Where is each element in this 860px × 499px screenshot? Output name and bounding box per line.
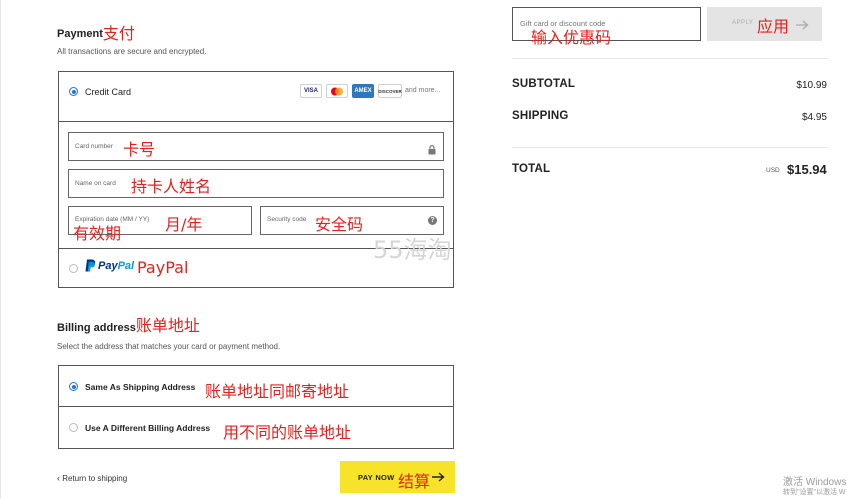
credit-card-label: Credit Card bbox=[85, 87, 132, 97]
pay-now-label: PAY NOW bbox=[358, 473, 395, 482]
paypal-brand-pal: Pal bbox=[117, 260, 135, 272]
total-value: $15.94 bbox=[787, 162, 827, 177]
card-number-field[interactable]: Card number 卡号 bbox=[68, 132, 444, 161]
gift-card-input[interactable]: Gift card or discount code 输入优惠码 bbox=[512, 7, 701, 47]
credit-card-radio[interactable] bbox=[69, 87, 78, 96]
billing-options-box: Same As Shipping Address 账单地址同邮寄地址 Use A… bbox=[58, 365, 454, 449]
paypal-brand: PayPal bbox=[98, 260, 134, 272]
apply-arrow-icon bbox=[796, 18, 809, 33]
return-to-shipping-link[interactable]: ‹ Return to shipping bbox=[57, 473, 127, 483]
same-as-shipping-radio[interactable] bbox=[69, 382, 78, 391]
more-cards-text: and more... bbox=[405, 87, 441, 94]
same-as-shipping-label: Same As Shipping Address bbox=[85, 382, 196, 392]
paypal-note: PayPal bbox=[137, 258, 189, 277]
summary-divider-top bbox=[512, 58, 828, 59]
pay-now-note: 结算 bbox=[398, 472, 431, 491]
name-on-card-field[interactable]: Name on card 持卡人姓名 bbox=[68, 169, 444, 198]
lock-icon bbox=[428, 142, 436, 160]
card-number-placeholder: Card number bbox=[75, 143, 113, 150]
credit-card-option[interactable]: Credit Card VISA AMEX DISCOVER and more.… bbox=[59, 72, 453, 122]
subtotal-label: SUBTOTAL bbox=[512, 78, 576, 90]
same-as-shipping-option[interactable]: Same As Shipping Address 账单地址同邮寄地址 bbox=[59, 366, 453, 407]
help-icon[interactable]: ? bbox=[428, 216, 437, 225]
name-on-card-note: 持卡人姓名 bbox=[131, 177, 212, 196]
mastercard-logo-icon bbox=[326, 84, 348, 98]
summary-divider-total bbox=[512, 147, 828, 148]
different-billing-radio[interactable] bbox=[69, 423, 78, 432]
amex-logo-icon: AMEX bbox=[352, 84, 374, 98]
payment-heading: Payment支付 bbox=[57, 18, 135, 43]
apply-note: 应用 bbox=[757, 17, 790, 36]
billing-heading-text: Billing address bbox=[57, 322, 136, 334]
site-watermark: 55海淘 bbox=[373, 236, 452, 264]
paypal-brand-pay: Pay bbox=[98, 260, 118, 272]
secure-text: All transactions are secure and encrypte… bbox=[57, 47, 207, 56]
security-code-placeholder: Security code bbox=[267, 216, 307, 223]
apply-label: APPLY bbox=[732, 20, 754, 26]
different-billing-label: Use A Different Billing Address bbox=[85, 423, 211, 433]
os-activation-line2: 转到"设置"以激活 W bbox=[783, 489, 846, 496]
different-billing-option[interactable]: Use A Different Billing Address 用不同的账单地址 bbox=[59, 408, 453, 449]
shipping-label: SHIPPING bbox=[512, 110, 569, 122]
left-edge-rule bbox=[0, 0, 1, 499]
security-code-note: 安全码 bbox=[315, 215, 364, 234]
chevron-left-icon: ‹ bbox=[57, 473, 60, 483]
arrow-right-icon bbox=[432, 470, 445, 485]
return-to-shipping-label: Return to shipping bbox=[62, 474, 128, 483]
total-currency: USD bbox=[766, 167, 780, 174]
total-label: TOTAL bbox=[512, 163, 551, 175]
discover-logo-icon: DISCOVER bbox=[378, 84, 402, 98]
different-billing-note: 用不同的账单地址 bbox=[223, 423, 352, 442]
payment-heading-note: 支付 bbox=[102, 24, 135, 43]
billing-heading-note: 账单地址 bbox=[135, 316, 200, 335]
billing-sub-text: Select the address that matches your car… bbox=[57, 342, 281, 351]
visa-logo-icon: VISA bbox=[300, 84, 322, 98]
expiration-month-year-note: 月/年 bbox=[165, 215, 203, 234]
card-number-note: 卡号 bbox=[123, 140, 156, 159]
expiration-date-note: 有效期 bbox=[73, 224, 122, 243]
billing-heading: Billing address账单地址 bbox=[57, 312, 200, 336]
gift-card-note: 输入优惠码 bbox=[531, 28, 612, 47]
apply-button[interactable]: APPLY 应用 bbox=[707, 7, 822, 41]
paypal-radio[interactable] bbox=[69, 264, 78, 273]
subtotal-value: $10.99 bbox=[796, 80, 827, 91]
name-on-card-placeholder: Name on card bbox=[75, 180, 116, 187]
payment-heading-text: Payment bbox=[57, 28, 103, 40]
os-activation-line1: 激活 Windows bbox=[783, 477, 847, 488]
shipping-value: $4.95 bbox=[801, 112, 827, 123]
same-as-shipping-note: 账单地址同邮寄地址 bbox=[205, 382, 350, 401]
paypal-logo-icon bbox=[85, 259, 96, 277]
pay-now-button[interactable]: PAY NOW 结算 bbox=[340, 461, 455, 493]
